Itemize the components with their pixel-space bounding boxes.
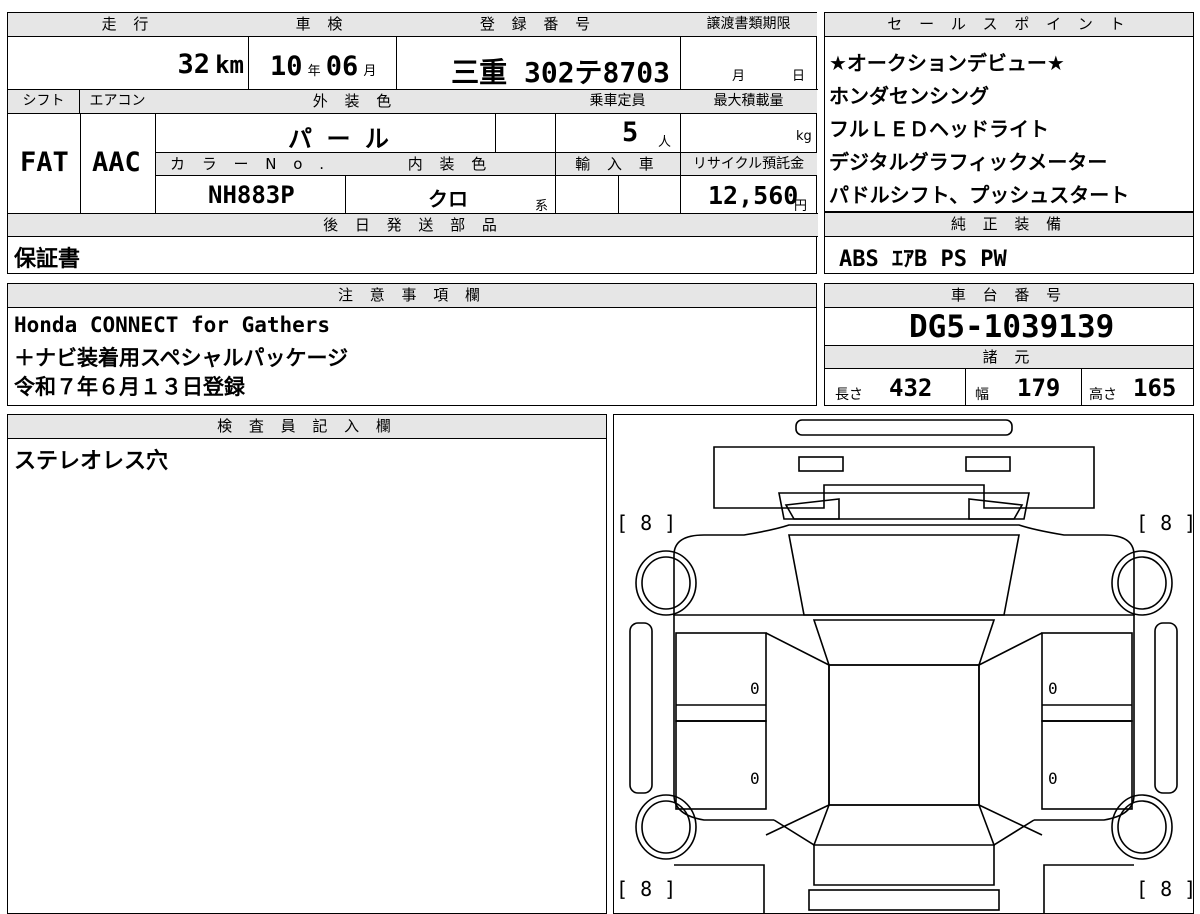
sales-point-item: ホンダセンシング	[829, 84, 989, 108]
capacity-unit: 人	[658, 135, 672, 150]
mileage-unit: km	[215, 51, 244, 79]
sales-point-item: デジタルグラフィックメーター	[829, 150, 1108, 174]
genuine-equipment-panel: 純 正 装 備 ABS ｴｱB PS PW	[824, 212, 1194, 274]
genuine-equipment-header: 純 正 装 備	[825, 213, 1193, 237]
sales-points-panel: セ ー ル ス ポ イ ン ト ★オークションデビュー★ ホンダセンシング フル…	[824, 12, 1194, 212]
door-mark-front-left: 0	[750, 679, 760, 698]
sales-point-item: パドルシフト、プッシュスタート	[829, 183, 1130, 207]
specs-header: 諸 元	[825, 345, 1193, 369]
width-label: 幅	[975, 387, 989, 403]
note-line: Honda CONNECT for Gathers	[14, 313, 331, 337]
chassis-panel: 車 台 番 号 DG5-1039139 諸 元 長さ 432 幅 179 高さ …	[824, 283, 1194, 406]
inspection-year: 10	[270, 51, 303, 82]
interior-value: クロ	[428, 187, 468, 211]
later-parts-header: 後 日 発 送 部 品	[8, 213, 818, 237]
inspection-value-cell: 10 年 06 月	[270, 51, 376, 82]
vehicle-info-table: 走 行 車 検 登 録 番 号 譲渡書類期限 32 km 10 年 06 月 三…	[7, 12, 818, 274]
aircon-value: AAC	[92, 147, 141, 178]
door-mark-front-right: 0	[1048, 679, 1058, 698]
later-parts-value: 保証書	[14, 247, 81, 272]
registration-header: 登 録 番 号	[396, 13, 680, 37]
chassis-number: DG5-1039139	[909, 309, 1115, 345]
import-header: 輸 入 車	[555, 152, 680, 176]
sales-points-header: セ ー ル ス ポ イ ン ト	[825, 13, 1193, 37]
mileage-value-cell: 32 km	[177, 49, 244, 80]
capacity-value: 5	[622, 117, 639, 148]
note-line: 令和７年６月１３日登録	[14, 375, 245, 399]
mileage-value: 32	[177, 49, 210, 80]
length-label: 長さ	[835, 387, 863, 403]
inspection-year-unit: 年	[307, 64, 321, 79]
inspector-panel: 検 査 員 記 入 欄 ステレオレス穴	[7, 414, 607, 914]
sales-point-item: フルＬＥＤヘッドライト	[829, 117, 1049, 141]
notes-header: 注 意 事 項 欄	[8, 284, 816, 308]
sales-point-item: ★オークションデビュー★	[829, 51, 1065, 75]
recycle-unit: 円	[794, 199, 808, 214]
notes-panel: 注 意 事 項 欄 Honda CONNECT for Gathers ＋ナビ装…	[7, 283, 817, 406]
width-value: 179	[1017, 374, 1061, 402]
inspector-header: 検 査 員 記 入 欄	[8, 415, 606, 439]
aircon-header: エアコン	[80, 90, 155, 114]
tire-rear-right-label: [ 8 ]	[1136, 877, 1197, 901]
exterior-value: パ ー ル	[288, 125, 389, 153]
color-no-value: NH883P	[208, 181, 295, 209]
tire-front-right-label: [ 8 ]	[1136, 511, 1197, 535]
shift-value: FAT	[20, 147, 69, 178]
deadline-month-unit: 月	[732, 69, 746, 84]
deadline-day-unit: 日	[792, 69, 806, 84]
interior-color-header: 内 装 色	[345, 152, 555, 176]
mileage-header: 走 行	[8, 13, 248, 37]
capacity-header: 乗車定員	[555, 90, 680, 114]
registration-value: 三重 302テ8703	[451, 56, 670, 89]
inspector-note: ステレオレス穴	[14, 449, 169, 474]
door-mark-rear-right: 0	[1048, 769, 1058, 788]
max-load-unit: kg	[796, 129, 812, 144]
inspection-month-unit: 月	[363, 64, 377, 79]
color-no-header: カ ラ ー N o .	[155, 152, 345, 176]
deadline-header: 譲渡書類期限	[680, 13, 817, 37]
car-diagram-panel: [ 8 ] [ 8 ] [ 8 ] [ 8 ] 0 0 0 0	[613, 414, 1197, 914]
door-mark-rear-left: 0	[750, 769, 760, 788]
max-load-header: 最大積載量	[680, 90, 817, 114]
length-value: 432	[889, 374, 933, 402]
recycle-header: リサイクル預託金	[680, 152, 817, 176]
car-diagram	[629, 419, 1178, 913]
tire-rear-left-label: [ 8 ]	[616, 877, 677, 901]
genuine-equipment-value: ABS ｴｱB PS PW	[839, 247, 1007, 272]
height-label: 高さ	[1089, 387, 1117, 403]
inspection-month: 06	[325, 51, 359, 82]
exterior-color-header: 外 装 色	[155, 90, 555, 114]
chassis-header: 車 台 番 号	[825, 284, 1193, 308]
recycle-value: 12,560	[708, 181, 799, 210]
note-line: ＋ナビ装着用スペシャルパッケージ	[14, 346, 349, 370]
height-value: 165	[1133, 374, 1177, 402]
interior-suffix: 系	[535, 199, 549, 214]
tire-front-left-label: [ 8 ]	[616, 511, 677, 535]
shift-header: シフト	[8, 90, 80, 114]
inspection-header: 車 検	[248, 13, 396, 37]
